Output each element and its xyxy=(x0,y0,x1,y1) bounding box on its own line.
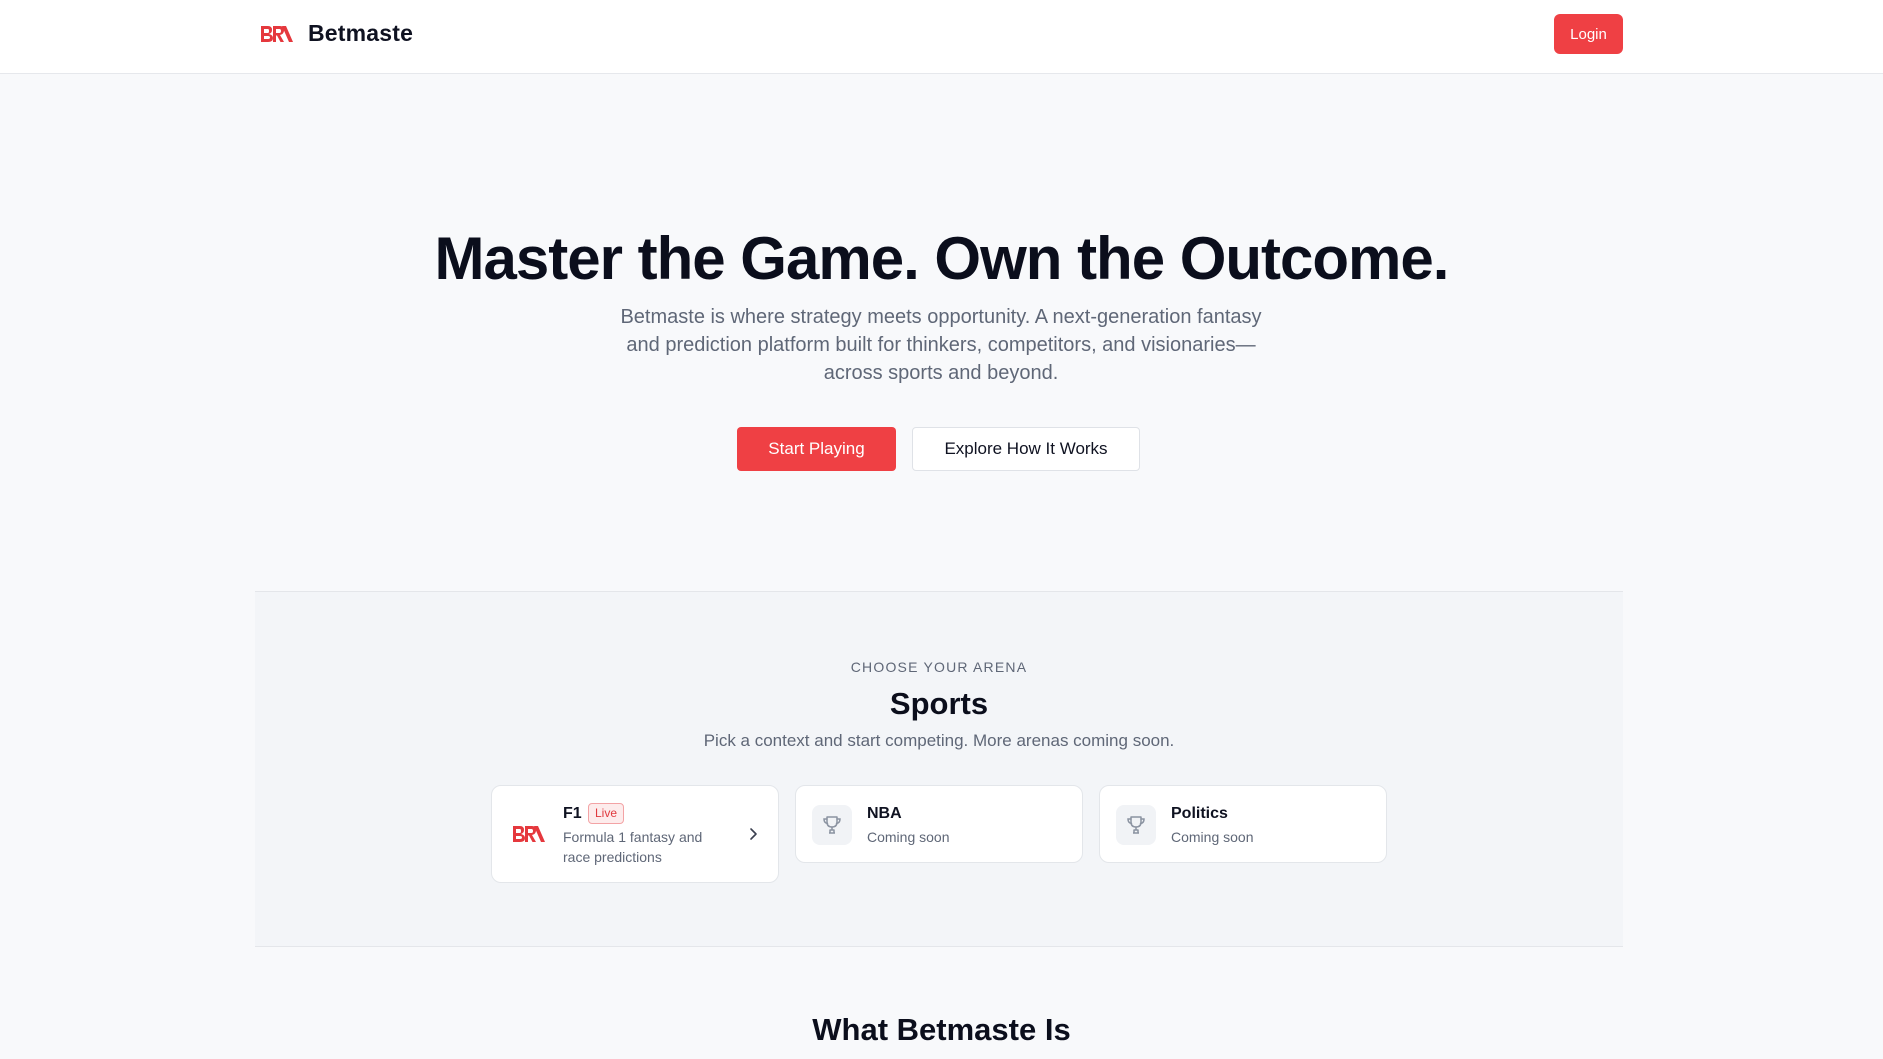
hero-subtitle: Betmaste is where strategy meets opportu… xyxy=(620,306,1262,384)
brand-name: Betmaste xyxy=(308,20,414,46)
what-betmaste-is-heading: What Betmaste Is xyxy=(812,1012,1071,1047)
arena-card-politics: Politics Coming soon xyxy=(1099,785,1387,863)
login-button[interactable]: Login xyxy=(1554,14,1623,54)
brand-logo-icon xyxy=(261,25,293,42)
arena-card-nba: NBA Coming soon xyxy=(795,785,1083,863)
arena-section: CHOOSE YOUR ARENA Sports Pick a context … xyxy=(255,591,1623,947)
trophy-icon xyxy=(823,816,841,834)
explore-how-it-works-button[interactable]: Explore How It Works xyxy=(912,427,1140,471)
card-icon-box xyxy=(1116,805,1156,845)
arena-card-title: Politics xyxy=(1171,805,1228,822)
trophy-icon xyxy=(1127,816,1145,834)
arena-subtitle: Pick a context and start competing. More… xyxy=(703,731,1175,750)
arena-title: Sports xyxy=(889,686,989,721)
arena-card-title: NBA xyxy=(867,805,902,822)
arena-card-description: Formula 1 fantasy and race predictions xyxy=(563,829,703,865)
arena-card-description: Coming soon xyxy=(1171,829,1254,845)
live-badge: Live xyxy=(588,803,625,824)
brand-logo-icon xyxy=(513,826,545,842)
arena-card-title: F1 xyxy=(563,805,582,822)
brand[interactable]: Betmaste xyxy=(260,20,413,47)
start-playing-button[interactable]: Start Playing xyxy=(737,427,896,471)
arena-card-f1[interactable]: F1 Live Formula 1 fantasy and race predi… xyxy=(491,785,779,883)
top-navbar: Betmaste Login xyxy=(0,0,1883,74)
chevron-right-icon xyxy=(750,828,757,840)
arena-eyebrow: CHOOSE YOUR ARENA xyxy=(850,659,1028,675)
card-icon-box xyxy=(812,805,852,845)
hero-title: Master the Game. Own the Outcome. xyxy=(434,225,1450,292)
arena-card-description: Coming soon xyxy=(867,829,950,845)
